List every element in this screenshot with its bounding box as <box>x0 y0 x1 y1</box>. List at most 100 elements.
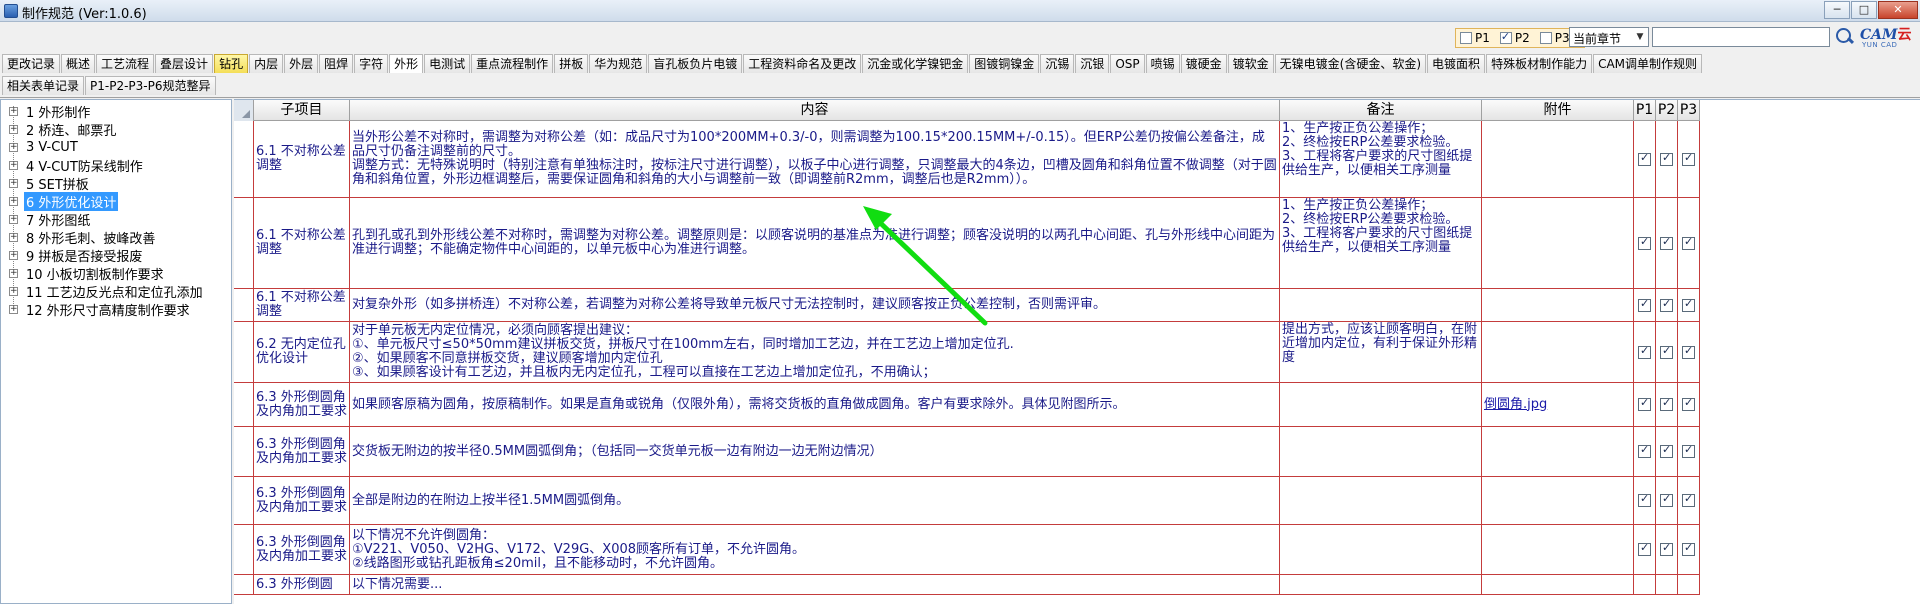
tab-9[interactable]: 外形 <box>389 54 424 73</box>
tab-2[interactable]: 工艺流程 <box>96 54 155 73</box>
expand-icon[interactable]: + <box>9 106 18 116</box>
row-indicator[interactable] <box>234 121 254 197</box>
p2-checkbox[interactable] <box>1660 151 1673 166</box>
tab-row2-0[interactable]: 相关表单记录 <box>2 76 85 95</box>
p1-checkbox[interactable] <box>1638 492 1651 507</box>
tree-item[interactable]: +4 V-CUT防呆线制作 <box>9 156 145 175</box>
tab-5[interactable]: 内层 <box>249 54 284 73</box>
p3-checkbox[interactable] <box>1682 297 1695 312</box>
tab-16[interactable]: 沉金或化学镍钯金 <box>862 54 969 73</box>
p2-checkbox[interactable] <box>1660 541 1673 556</box>
p2-checkbox[interactable] <box>1660 235 1673 250</box>
expand-icon[interactable]: + <box>9 124 18 134</box>
p3-checkbox[interactable] <box>1682 344 1695 359</box>
tree-item[interactable]: +3 V-CUT <box>9 138 80 156</box>
tab-row2-1[interactable]: P1-P2-P3-P6规范整异 <box>85 76 216 95</box>
p3-checkbox[interactable] <box>1539 32 1552 44</box>
column-header[interactable]: 内容 <box>350 100 1280 121</box>
p2-checkbox[interactable] <box>1660 297 1673 312</box>
row-indicator[interactable] <box>234 525 254 574</box>
p3-checkbox[interactable] <box>1682 492 1695 507</box>
row-indicator[interactable] <box>234 322 254 382</box>
p1-checkbox[interactable] <box>1460 32 1472 44</box>
tree-item[interactable]: +5 SET拼板 <box>9 174 91 193</box>
tab-27[interactable]: CAM调单制作规则 <box>1593 54 1703 73</box>
tree-item[interactable]: +2 桥连、邮票孔 <box>9 120 118 139</box>
tree-item[interactable]: +10 小板切割板制作要求 <box>9 264 166 283</box>
row-indicator[interactable] <box>234 198 254 288</box>
tab-20[interactable]: OSP <box>1110 54 1145 73</box>
expand-icon[interactable]: + <box>9 214 18 224</box>
p3-checkbox[interactable] <box>1682 443 1695 458</box>
tab-24[interactable]: 无镍电镀金(含硬金、软金) <box>1274 54 1427 73</box>
chevron-down-icon[interactable]: ▼ <box>1633 29 1647 45</box>
tab-10[interactable]: 电测试 <box>424 54 471 73</box>
tab-11[interactable]: 重点流程制作 <box>471 54 554 73</box>
p1-checkbox[interactable] <box>1638 151 1651 166</box>
column-header[interactable]: 备注 <box>1280 100 1482 121</box>
p2-checkbox[interactable] <box>1660 492 1673 507</box>
tab-18[interactable]: 沉锡 <box>1040 54 1075 73</box>
p1-checkbox[interactable] <box>1638 344 1651 359</box>
tree-item[interactable]: +11 工艺边反光点和定位孔添加 <box>9 282 205 301</box>
p1-checkbox[interactable] <box>1638 235 1651 250</box>
row-indicator[interactable] <box>234 427 254 476</box>
tree-item[interactable]: +9 拼板是否接受报废 <box>9 246 144 265</box>
tab-6[interactable]: 外层 <box>284 54 319 73</box>
tab-1[interactable]: 概述 <box>61 54 96 73</box>
chapter-select[interactable]: 当前章节 ▼ <box>1569 27 1649 47</box>
grid-corner[interactable] <box>234 100 254 121</box>
tab-21[interactable]: 喷锡 <box>1145 54 1180 73</box>
tree-item[interactable]: +12 外形尺寸高精度制作要求 <box>9 300 192 319</box>
tab-8[interactable]: 字符 <box>354 54 389 73</box>
tab-12[interactable]: 拼板 <box>554 54 589 73</box>
tree-item[interactable]: +6 外形优化设计 <box>9 191 119 211</box>
p1-checkbox[interactable] <box>1638 297 1651 312</box>
p3-checkbox[interactable] <box>1682 151 1695 166</box>
row-indicator[interactable] <box>234 383 254 426</box>
row-indicator[interactable] <box>234 289 254 321</box>
tab-23[interactable]: 镀软金 <box>1227 54 1274 73</box>
maximize-button[interactable]: □ <box>1851 1 1877 19</box>
tab-4[interactable]: 钻孔 <box>214 54 249 73</box>
tab-14[interactable]: 盲孔板负片电镀 <box>648 54 743 73</box>
expand-icon[interactable]: + <box>9 268 18 278</box>
tree-item[interactable]: +1 外形制作 <box>9 102 92 121</box>
tree-item[interactable]: +7 外形图纸 <box>9 210 92 229</box>
tab-17[interactable]: 图镀铜镍金 <box>969 54 1040 73</box>
p2-checkbox[interactable] <box>1660 396 1673 411</box>
expand-icon[interactable]: + <box>9 232 18 242</box>
column-header[interactable]: 附件 <box>1482 100 1634 121</box>
p3-toggle[interactable]: P3 <box>1539 31 1570 45</box>
p2-checkbox[interactable] <box>1499 30 1512 44</box>
tab-0[interactable]: 更改记录 <box>2 54 61 73</box>
close-button[interactable]: ✕ <box>1878 1 1918 19</box>
expand-icon[interactable]: + <box>9 178 18 188</box>
p1-checkbox[interactable] <box>1638 443 1651 458</box>
p3-checkbox[interactable] <box>1682 396 1695 411</box>
tab-3[interactable]: 叠层设计 <box>155 54 214 73</box>
tab-15[interactable]: 工程资料命名及更改 <box>743 54 862 73</box>
minimize-button[interactable]: ─ <box>1824 1 1850 19</box>
column-header[interactable]: 子项目 <box>254 100 350 121</box>
expand-icon[interactable]: + <box>9 160 18 170</box>
p2-checkbox[interactable] <box>1660 344 1673 359</box>
p2-toggle[interactable]: P2 <box>1499 30 1530 45</box>
tab-13[interactable]: 华为规范 <box>589 54 648 73</box>
p1-checkbox[interactable] <box>1638 396 1651 411</box>
tab-22[interactable]: 镀硬金 <box>1180 54 1227 73</box>
tab-26[interactable]: 特殊板材制作能力 <box>1486 54 1593 73</box>
expand-icon[interactable]: + <box>9 142 18 152</box>
p3-checkbox[interactable] <box>1682 541 1695 556</box>
row-indicator[interactable] <box>234 477 254 524</box>
tab-7[interactable]: 阻焊 <box>319 54 354 73</box>
tab-19[interactable]: 沉银 <box>1075 54 1110 73</box>
tab-25[interactable]: 电镀面积 <box>1427 54 1486 73</box>
search-input[interactable] <box>1652 27 1830 47</box>
column-header[interactable]: P3 <box>1678 100 1700 121</box>
p2-checkbox[interactable] <box>1660 443 1673 458</box>
p1-checkbox[interactable] <box>1638 541 1651 556</box>
expand-icon[interactable]: + <box>9 286 18 296</box>
row-indicator[interactable] <box>234 575 254 594</box>
column-header[interactable]: P2 <box>1656 100 1678 121</box>
